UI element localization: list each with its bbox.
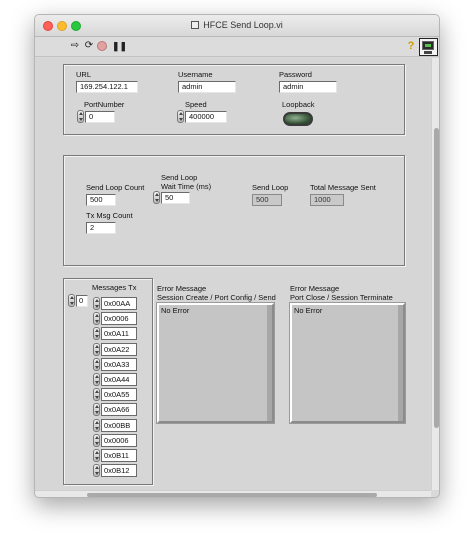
message-element-field[interactable]: 0x0A44 bbox=[101, 373, 137, 386]
message-element-field[interactable]: 0x00BB bbox=[101, 418, 137, 432]
pause-icon[interactable]: ❚❚ bbox=[112, 40, 127, 52]
message-element-spinner[interactable] bbox=[93, 418, 100, 432]
message-row: 0x0A33 bbox=[93, 357, 137, 371]
message-row: 0x00BB bbox=[93, 418, 137, 432]
send-loop-count-field[interactable]: 500 bbox=[86, 194, 116, 206]
help-icon[interactable]: ? bbox=[405, 40, 417, 52]
message-element-field[interactable]: 0x00AA bbox=[101, 297, 137, 310]
array-index-spinner[interactable] bbox=[68, 294, 75, 307]
error-left-label-2: Session Create / Port Config / Send bbox=[157, 293, 276, 302]
abort-icon[interactable] bbox=[97, 41, 107, 51]
message-element-field[interactable]: 0x0006 bbox=[101, 312, 137, 326]
message-row: 0x0A44 bbox=[93, 373, 137, 386]
toolbar: ⇨ ⟳ ❚❚ ? bbox=[35, 37, 439, 57]
window-title: HFCE Send Loop.vi bbox=[35, 20, 439, 30]
message-element-spinner[interactable] bbox=[93, 327, 100, 341]
vi-connector-icon[interactable] bbox=[419, 38, 438, 56]
connection-frame: URL 169.254.122.1 Username admin Passwor… bbox=[63, 64, 405, 135]
run-arrow-icon[interactable]: ⇨ bbox=[69, 40, 81, 52]
port-number-spinner[interactable] bbox=[77, 110, 84, 123]
message-row: 0x0006 bbox=[93, 312, 137, 326]
loopback-toggle[interactable] bbox=[283, 112, 313, 126]
horizontal-scrollbar[interactable] bbox=[35, 490, 431, 497]
message-row: 0x0A22 bbox=[93, 342, 137, 356]
speed-field[interactable]: 400000 bbox=[185, 111, 227, 123]
message-row: 0x00AA bbox=[93, 297, 137, 310]
message-element-field[interactable]: 0x0A66 bbox=[101, 403, 137, 417]
message-element-spinner[interactable] bbox=[93, 433, 100, 447]
vi-document-icon bbox=[191, 21, 200, 29]
send-loop-count-label: Send Loop Count bbox=[86, 183, 145, 192]
message-element-field[interactable]: 0x0A11 bbox=[101, 327, 137, 341]
array-index-field[interactable]: 0 bbox=[76, 295, 88, 307]
wait-time-field[interactable]: 50 bbox=[161, 192, 190, 204]
messages-tx-label: Messages Tx bbox=[92, 283, 137, 292]
url-label: URL bbox=[76, 70, 92, 79]
message-element-spinner[interactable] bbox=[93, 342, 100, 356]
message-element-spinner[interactable] bbox=[93, 357, 100, 371]
message-element-field[interactable]: 0x0A55 bbox=[101, 388, 137, 402]
message-element-field[interactable]: 0x0A33 bbox=[101, 357, 137, 371]
send-loop-wait-label-2: Wait Time (ms) bbox=[161, 182, 212, 191]
vi-icon-screen bbox=[422, 41, 434, 50]
message-row: 0x0B11 bbox=[93, 449, 137, 462]
port-number-field[interactable]: 0 bbox=[85, 111, 115, 123]
message-element-spinner[interactable] bbox=[93, 297, 100, 310]
url-field[interactable]: 169.254.122.1 bbox=[76, 81, 138, 93]
message-row: 0x0A55 bbox=[93, 388, 137, 402]
loopback-label: Loopback bbox=[282, 100, 315, 109]
vertical-scroll-thumb[interactable] bbox=[434, 128, 439, 428]
password-label: Password bbox=[279, 70, 312, 79]
error-right-text: No Error bbox=[292, 305, 403, 421]
message-element-spinner[interactable] bbox=[93, 449, 100, 462]
vertical-scrollbar[interactable] bbox=[431, 58, 439, 490]
username-label: Username bbox=[178, 70, 213, 79]
total-message-sent-indicator: 1000 bbox=[310, 194, 344, 206]
tx-msg-count-field[interactable]: 2 bbox=[86, 222, 116, 234]
error-right-box[interactable]: No Error bbox=[289, 302, 406, 424]
front-panel: URL 169.254.122.1 Username admin Passwor… bbox=[35, 58, 431, 490]
port-number-label: PortNumber bbox=[84, 100, 125, 109]
message-row: 0x0A66 bbox=[93, 403, 137, 417]
wait-time-spinner[interactable] bbox=[153, 191, 160, 204]
message-element-spinner[interactable] bbox=[93, 312, 100, 326]
speed-spinner[interactable] bbox=[177, 110, 184, 123]
total-message-sent-label: Total Message Sent bbox=[310, 183, 376, 192]
message-element-spinner[interactable] bbox=[93, 373, 100, 386]
send-loop-label: Send Loop bbox=[252, 183, 289, 192]
send-loop-wait-label-1: Send Loop bbox=[161, 173, 198, 182]
horizontal-scroll-thumb[interactable] bbox=[87, 493, 377, 497]
run-continuously-icon[interactable]: ⟳ bbox=[83, 40, 95, 52]
password-field[interactable]: admin bbox=[279, 81, 337, 93]
message-element-spinner[interactable] bbox=[93, 388, 100, 402]
vi-window: HFCE Send Loop.vi ⇨ ⟳ ❚❚ ? URL 169.254.1… bbox=[34, 14, 440, 498]
message-element-field[interactable]: 0x0006 bbox=[101, 433, 137, 447]
error-left-box[interactable]: No Error bbox=[156, 302, 275, 424]
error-right-label-1: Error Message bbox=[290, 284, 340, 293]
error-left-text: No Error bbox=[159, 305, 272, 421]
message-element-field[interactable]: 0x0A22 bbox=[101, 342, 137, 356]
title-bar: HFCE Send Loop.vi bbox=[35, 15, 439, 37]
error-right-label-2: Port Close / Session Terminate bbox=[290, 293, 393, 302]
message-row: 0x0A11 bbox=[93, 327, 137, 341]
message-element-field[interactable]: 0x0B12 bbox=[101, 464, 137, 478]
tx-msg-count-label: Tx Msg Count bbox=[86, 211, 133, 220]
send-loop-indicator: 500 bbox=[252, 194, 282, 206]
message-element-spinner[interactable] bbox=[93, 403, 100, 417]
message-row: 0x0006 bbox=[93, 433, 137, 447]
message-row: 0x0B12 bbox=[93, 464, 137, 478]
message-element-spinner[interactable] bbox=[93, 464, 100, 478]
speed-label: Speed bbox=[185, 100, 207, 109]
send-loop-frame: Send Loop Count 500 Send Loop Wait Time … bbox=[63, 155, 405, 266]
message-element-field[interactable]: 0x0B11 bbox=[101, 449, 137, 462]
vi-icon-base bbox=[424, 51, 432, 54]
username-field[interactable]: admin bbox=[178, 81, 236, 93]
error-left-label-1: Error Message bbox=[157, 284, 207, 293]
